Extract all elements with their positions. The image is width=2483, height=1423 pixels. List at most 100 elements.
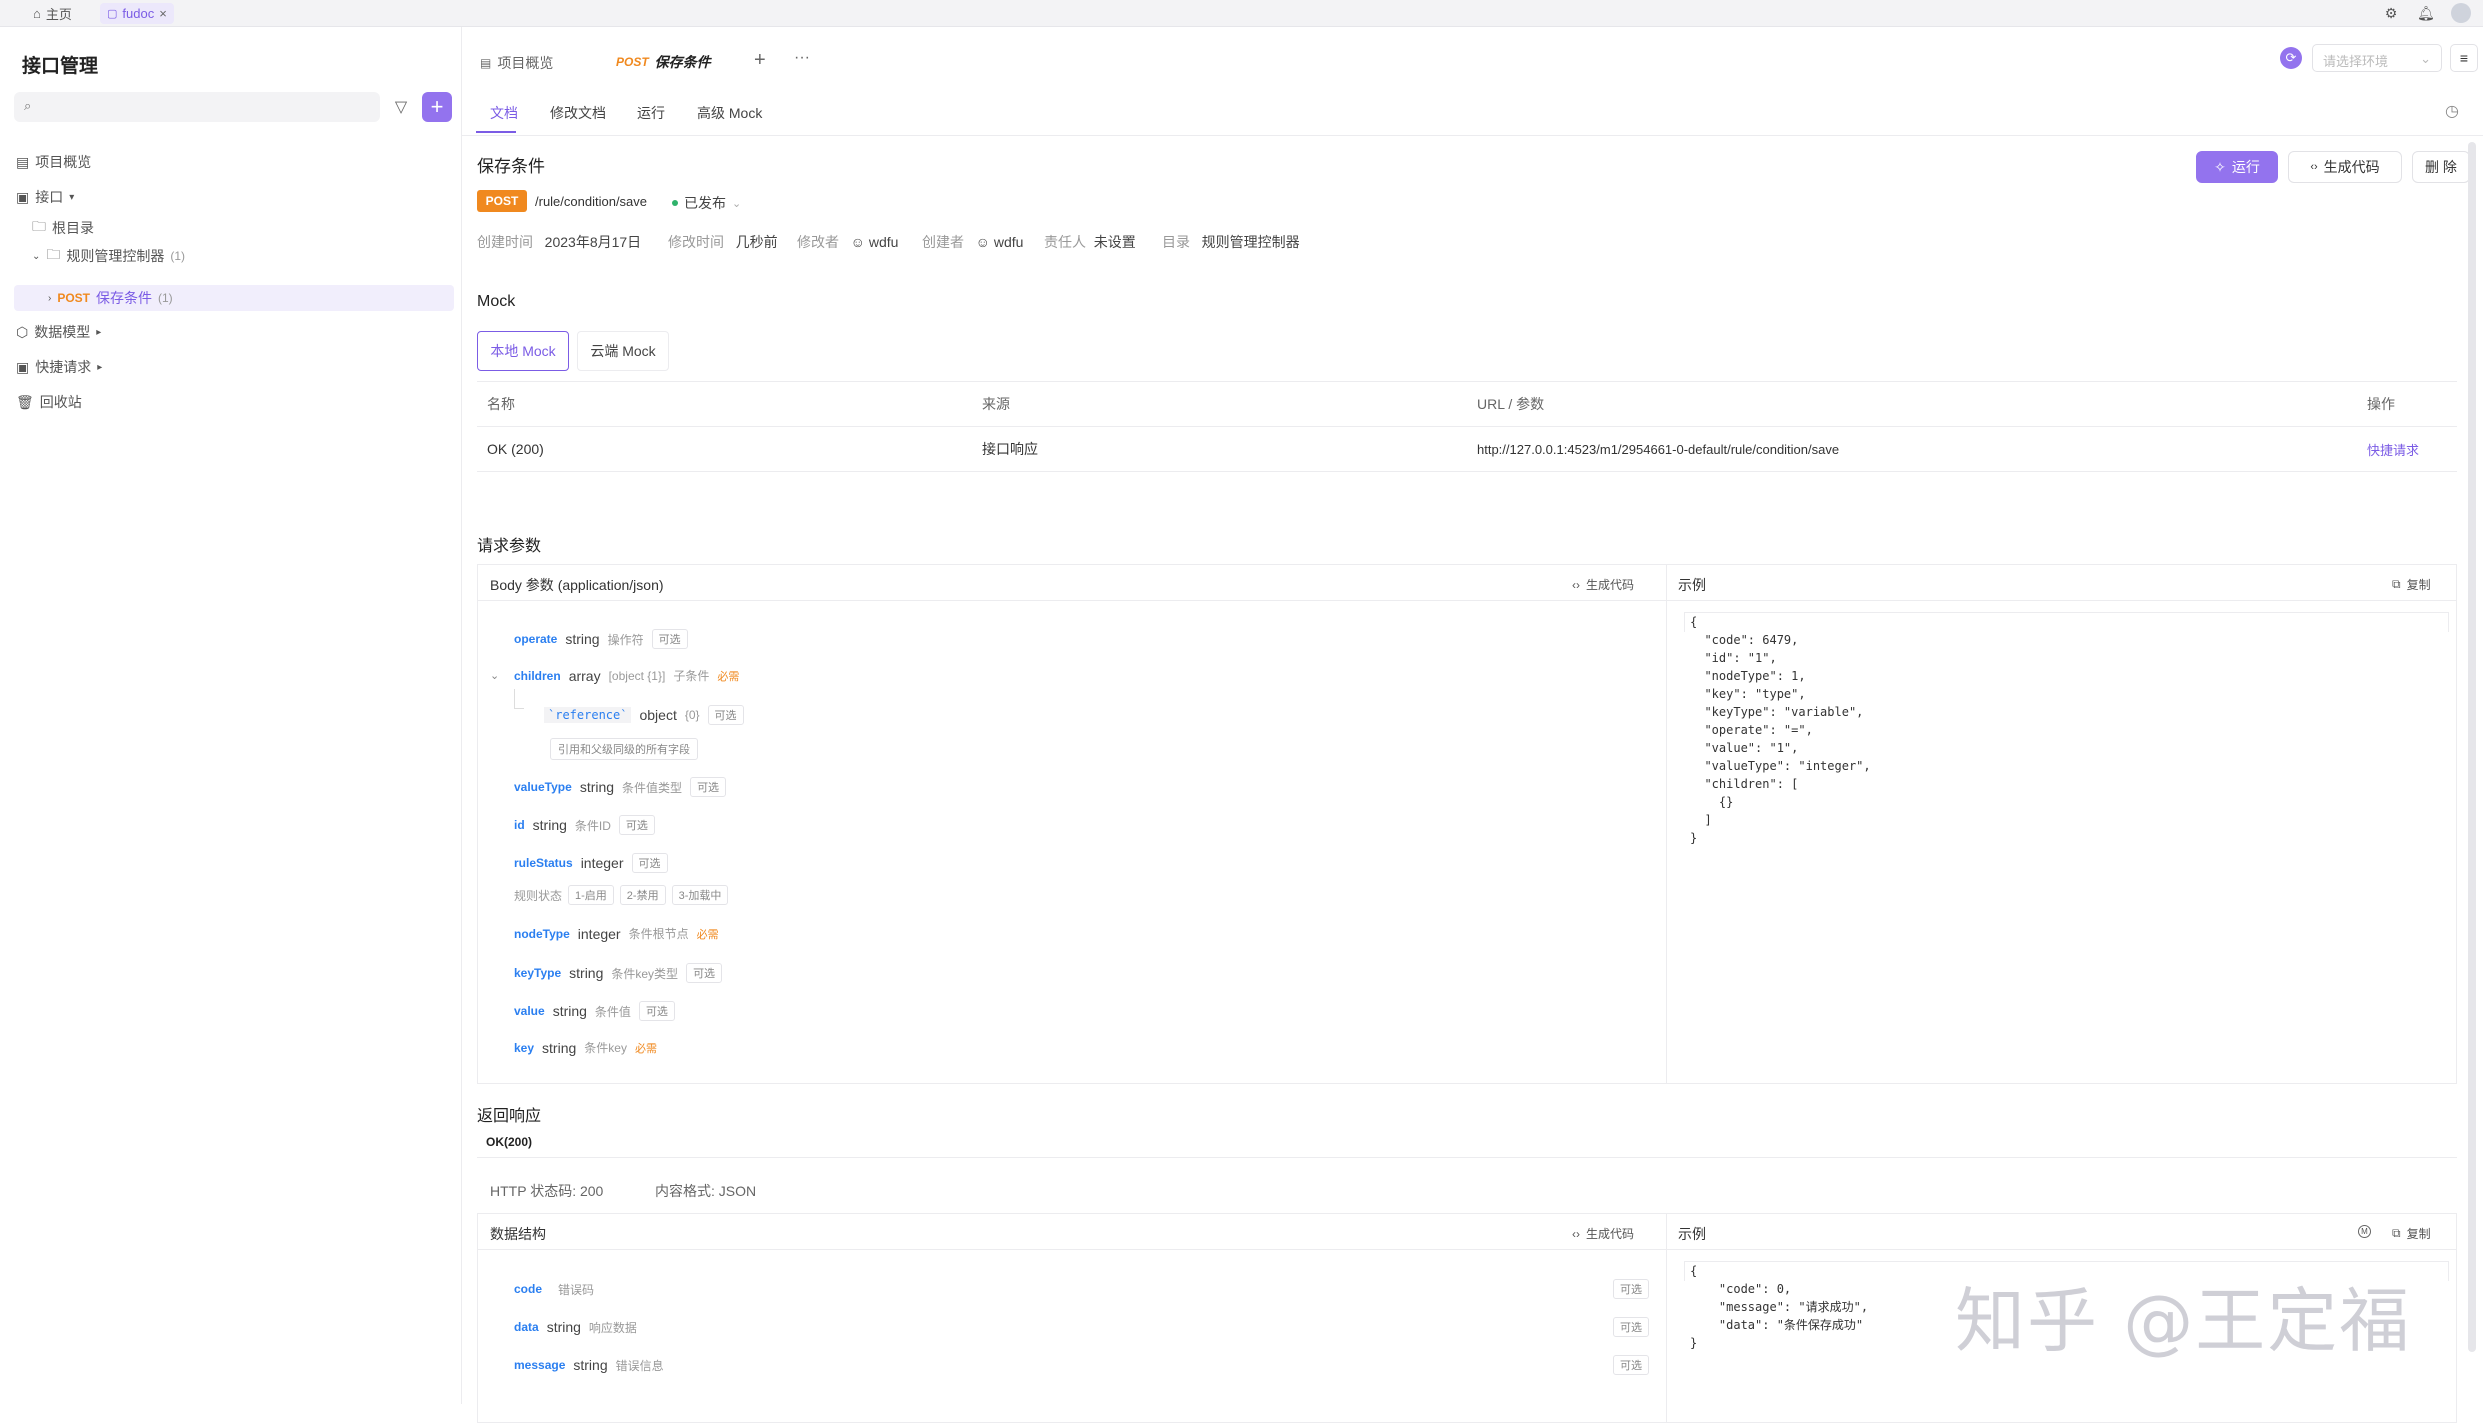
search-input[interactable]: ⌕	[14, 92, 380, 122]
sidebar-item-save-condition[interactable]: › POST 保存条件 (1)	[14, 285, 454, 311]
sidebar-item-label: 根目录	[52, 220, 94, 236]
request-heading: 请求参数	[477, 538, 542, 555]
tab-edit-doc[interactable]: 修改文档	[550, 103, 606, 123]
divider	[462, 135, 2483, 136]
api-path: /rule/condition/save	[535, 194, 648, 209]
avatar[interactable]	[2451, 3, 2471, 23]
api-title: 保存条件	[477, 157, 545, 176]
run-button[interactable]: ✧ 运行	[2196, 151, 2278, 183]
sidebar-item-label: 回收站	[39, 394, 82, 410]
mock-name: OK (200)	[477, 426, 972, 472]
top-bar: ⌂ 主页 ▢ fudoc × ⚙ 🔔︎	[0, 0, 2483, 27]
code-icon: ‹›	[1572, 1226, 1580, 1241]
code-icon: ‹›	[2310, 161, 2318, 173]
quick-request-link[interactable]: 快捷请求	[2357, 426, 2457, 472]
home-icon: ⌂	[33, 6, 41, 21]
code-line: "nodeType": 1,	[1690, 669, 1806, 683]
code-line: "code": 0,	[1690, 1282, 1792, 1296]
mock-example-button[interactable]: M	[2358, 1225, 2371, 1238]
response-status-tab[interactable]: OK(200)	[486, 1135, 532, 1149]
meta-modifier: 修改者 ☺ wdfu	[797, 234, 899, 250]
env-select-placeholder: 请选择环境	[2323, 54, 2389, 69]
doc-tab[interactable]: ▢ fudoc ×	[100, 3, 174, 24]
panel-divider	[1666, 565, 1667, 1083]
sidebar-item-models[interactable]: ⬡ 数据模型 ▸	[16, 319, 101, 345]
code-line: "operate": "=",	[1690, 723, 1813, 737]
chevron-down-icon[interactable]: ⌄	[490, 669, 506, 682]
overview-icon: ▤	[480, 56, 492, 70]
tab-overview[interactable]: ▤ 项目概览	[480, 53, 553, 73]
menu-icon[interactable]: ≡	[2450, 44, 2478, 72]
mock-url[interactable]: http://127.0.0.1:4523/m1/2954661-0-defau…	[1467, 426, 2357, 472]
request-example-code[interactable]: { "code": 6479, "id": "1", "nodeType": 1…	[1690, 613, 1871, 847]
history-icon[interactable]: ◷	[2445, 101, 2459, 121]
generate-code-button[interactable]: ‹› 生成代码	[1572, 576, 1634, 593]
copy-button[interactable]: ⧉ 复制	[2392, 576, 2431, 593]
sidebar-item-quick-request[interactable]: ▣ 快捷请求 ▸	[16, 354, 102, 380]
chevron-down-icon: ⌄	[2420, 51, 2431, 66]
home-tab-label: 主页	[45, 7, 72, 22]
copy-button[interactable]: ⧉ 复制	[2392, 1225, 2431, 1242]
env-sync-icon[interactable]: ⟳	[2280, 47, 2302, 69]
generate-code-button[interactable]: ‹› 生成代码	[1572, 1225, 1634, 1242]
sidebar-item-trash[interactable]: 🗑︎ 回收站	[16, 389, 82, 415]
overview-icon: ▤	[16, 153, 30, 170]
field-row: operate string 操作符 可选	[514, 629, 688, 649]
meta-creator: 创建者 ☺ wdfu	[922, 234, 1024, 250]
panel-header-divider	[478, 1249, 2456, 1250]
method-label: POST	[616, 55, 649, 69]
active-tab-indicator	[476, 131, 516, 133]
status-dot	[672, 200, 678, 206]
status-badge[interactable]: 已发布 ⌄	[672, 193, 741, 213]
tab-run[interactable]: 运行	[637, 103, 665, 123]
filter-button[interactable]: ▽	[388, 94, 414, 120]
code-line: "data": "条件保存成功"	[1690, 1318, 1864, 1332]
search-icon: ⌕	[24, 98, 32, 113]
code-line: }	[1690, 831, 1698, 845]
mock-table: 名称 来源 URL / 参数 操作 OK (200) 接口响应 http://1…	[477, 381, 2457, 472]
scrollbar[interactable]	[2468, 142, 2476, 1352]
run-icon: ✧	[2214, 158, 2226, 175]
sidebar-item-overview[interactable]: ▤ 项目概览	[16, 149, 91, 175]
delete-button[interactable]: 删 除	[2412, 151, 2470, 183]
status-label: 已发布	[684, 195, 726, 211]
code-line: "children": [	[1690, 777, 1799, 791]
sidebar-item-controller[interactable]: ⌄ 🗀 规则管理控制器 (1)	[32, 243, 185, 269]
tab-doc[interactable]: 文档	[490, 103, 518, 123]
quick-request-icon: ▣	[16, 358, 30, 375]
code-line: "key": "type",	[1690, 687, 1806, 701]
panel-header-divider	[478, 600, 2456, 601]
tab-advanced-mock[interactable]: 高级 Mock	[697, 103, 762, 123]
plus-icon: +	[754, 49, 766, 71]
copy-icon: ⧉	[2392, 577, 2401, 591]
tab-api[interactable]: POST 保存条件	[602, 47, 725, 79]
add-tab-button[interactable]: +	[754, 49, 766, 72]
api-icon: ▣	[16, 188, 30, 205]
bell-icon[interactable]: 🔔︎	[2417, 5, 2435, 21]
tab-local-mock[interactable]: 本地 Mock	[477, 331, 569, 371]
settings-icon[interactable]: ⚙	[2383, 5, 2399, 21]
meta-created: 创建时间 2023年8月17日	[477, 234, 642, 250]
home-tab[interactable]: ⌂ 主页	[26, 3, 79, 24]
chevron-down-icon: ▾	[69, 191, 75, 203]
env-select[interactable]: 请选择环境 ⌄	[2312, 44, 2442, 72]
body-label: Body 参数 (application/json)	[490, 577, 664, 593]
column-header: 操作	[2357, 381, 2457, 427]
generate-code-button[interactable]: ‹› 生成代码	[2288, 151, 2402, 183]
column-header: 来源	[972, 381, 1467, 427]
tab-cloud-mock[interactable]: 云端 Mock	[577, 331, 669, 371]
http-status: HTTP 状态码: 200	[490, 1183, 604, 1199]
field-row: `reference` object {0} 可选	[544, 705, 744, 725]
example-label: 示例	[1678, 1226, 1706, 1242]
copy-icon: ⧉	[2392, 1226, 2401, 1240]
close-icon[interactable]: ×	[159, 6, 167, 21]
more-button[interactable]: ···	[794, 49, 810, 67]
trash-icon: 🗑︎	[16, 393, 34, 410]
table-row: OK (200) 接口响应 http://127.0.0.1:4523/m1/2…	[477, 426, 2457, 472]
sidebar-item-api[interactable]: ▣ 接口 ▾	[16, 184, 74, 210]
response-example-code[interactable]: { "code": 0, "message": "请求成功", "data": …	[1690, 1262, 1868, 1352]
method-badge: POST	[477, 190, 527, 212]
tree-line	[514, 689, 524, 709]
sidebar-item-root[interactable]: 🗀 根目录	[32, 215, 94, 241]
add-button[interactable]: +	[422, 92, 452, 122]
